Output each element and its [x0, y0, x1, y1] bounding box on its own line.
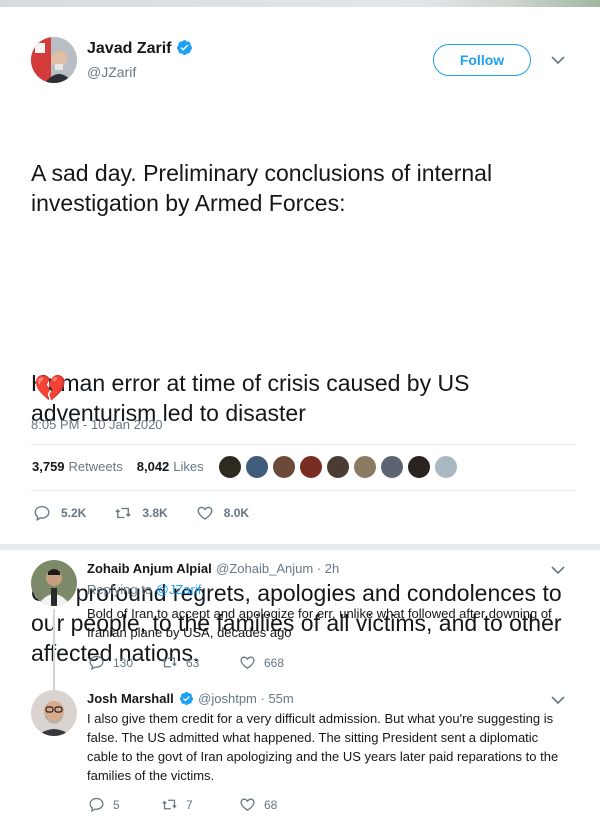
reply-header: Zohaib Anjum Alpial @Zohaib_Anjum · 2h — [87, 560, 339, 578]
thread-line — [53, 609, 55, 690]
heart-icon — [240, 656, 255, 669]
liker-avatar[interactable] — [353, 455, 377, 479]
liker-avatar[interactable] — [299, 455, 323, 479]
liker-avatar[interactable] — [218, 455, 242, 479]
reply-time[interactable]: 2h — [325, 561, 339, 576]
divider — [31, 490, 576, 491]
reply-time[interactable]: 55m — [268, 691, 293, 706]
retweet-icon — [162, 657, 177, 668]
reply-avatar[interactable] — [31, 690, 77, 736]
reply-time-separator: · — [313, 561, 325, 576]
heart-icon — [197, 506, 213, 520]
liker-avatar[interactable] — [380, 455, 404, 479]
window-top-strip — [0, 0, 600, 7]
reply-author-name[interactable]: Josh Marshall — [87, 691, 174, 706]
chevron-down-icon[interactable] — [551, 55, 565, 65]
tweet-actions: 5.2K 3.8K 8.0K — [33, 504, 277, 522]
retweet-icon — [162, 799, 177, 810]
retweet-icon — [115, 507, 131, 519]
chevron-down-icon[interactable] — [551, 565, 565, 575]
reply-button[interactable]: 130 — [88, 654, 161, 671]
reply-text: I also give them credit for a very diffi… — [87, 711, 559, 783]
author-avatar[interactable] — [31, 37, 77, 83]
verified-badge-icon — [177, 40, 193, 55]
follow-button[interactable]: Follow — [433, 44, 531, 76]
like-button[interactable]: 8.0K — [196, 504, 249, 522]
author-handle[interactable]: @JZarif — [87, 64, 136, 80]
reply-text: Bold of Iran to accept and apologize for… — [87, 606, 552, 640]
reply-icon — [89, 797, 104, 813]
divider — [31, 444, 576, 445]
reply-button[interactable]: 5 — [88, 796, 161, 813]
like-button[interactable]: 668 — [239, 654, 284, 671]
liker-avatar[interactable] — [326, 455, 350, 479]
heart-icon — [240, 798, 255, 811]
reply-time-separator: · — [256, 691, 269, 706]
broken-heart-emoji: 💔 — [34, 373, 67, 403]
reply-actions: 130 63 668 — [88, 654, 284, 671]
likers-facepile[interactable] — [218, 455, 461, 479]
reply-icon — [34, 505, 50, 522]
reply-avatar[interactable] — [31, 560, 77, 606]
retweet-button[interactable]: 7 — [161, 796, 239, 813]
reply-author-handle[interactable]: @Zohaib_Anjum — [216, 561, 313, 576]
tweet-paragraph-1: A sad day. Preliminary conclusions of in… — [31, 160, 499, 216]
reply-actions: 5 7 68 — [88, 796, 277, 813]
liker-avatar[interactable] — [434, 455, 458, 479]
liker-avatar[interactable] — [272, 455, 296, 479]
retweet-stat[interactable]: 3,759 Retweets — [32, 459, 123, 474]
retweet-button[interactable]: 3.8K — [114, 504, 168, 522]
liker-avatar[interactable] — [407, 455, 431, 479]
like-button[interactable]: 68 — [239, 796, 277, 813]
like-stat[interactable]: 8,042 Likes — [137, 459, 204, 474]
reply-icon — [89, 655, 104, 671]
replying-to-link[interactable]: @JZarif — [156, 582, 202, 597]
tweet-timestamp[interactable]: 8:05 PM - 10 Jan 2020 — [31, 417, 163, 432]
author-name[interactable]: Javad Zarif — [87, 39, 193, 58]
tweet-stats: 3,759 Retweets 8,042 Likes — [32, 459, 204, 474]
section-separator — [0, 544, 600, 550]
verified-badge-icon — [179, 691, 193, 706]
reply-author-name[interactable]: Zohaib Anjum Alpial — [87, 561, 212, 576]
replying-to: Replying to @JZarif — [87, 582, 202, 597]
reply-button[interactable]: 5.2K — [33, 504, 86, 522]
reply-header: Josh Marshall @joshtpm · 55m — [87, 690, 294, 708]
retweet-button[interactable]: 63 — [161, 654, 239, 671]
chevron-down-icon[interactable] — [551, 695, 565, 705]
liker-avatar[interactable] — [245, 455, 269, 479]
reply-author-handle[interactable]: @joshtpm — [198, 691, 257, 706]
